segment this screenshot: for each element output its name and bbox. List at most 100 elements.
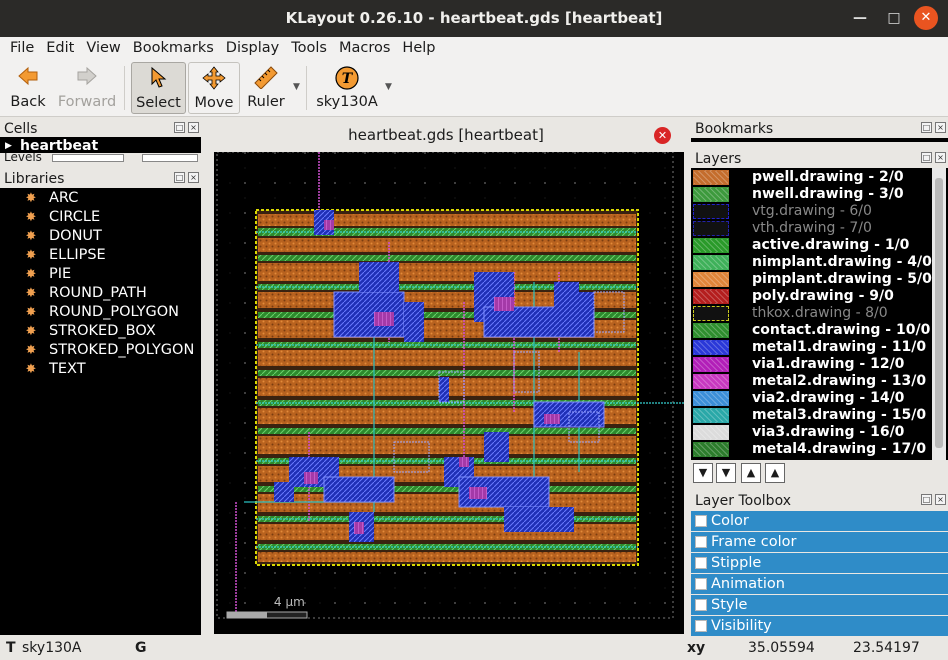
back-button[interactable]: Back — [4, 62, 52, 114]
float-icon[interactable]: □ — [174, 122, 185, 133]
layer-swatch-icon[interactable] — [693, 221, 729, 236]
layer-row[interactable]: contact.drawing - 10/0 — [691, 322, 948, 339]
layer-swatch-icon[interactable] — [693, 204, 729, 219]
menu-display[interactable]: Display — [220, 37, 285, 60]
min-level-spinbox[interactable] — [52, 154, 124, 162]
move-down-icon[interactable]: ▼ — [716, 463, 736, 483]
close-pane-icon[interactable]: × — [935, 122, 946, 133]
close-pane-icon[interactable]: × — [188, 172, 199, 183]
move-to-bottom-icon[interactable]: ▼ — [693, 463, 713, 483]
layer-row[interactable]: pwell.drawing - 2/0 — [691, 169, 948, 186]
technology-button[interactable]: T sky130A — [314, 62, 380, 114]
layer-swatch-icon[interactable] — [693, 408, 729, 423]
library-item[interactable]: ✸ PIE — [24, 265, 72, 284]
bookmark-list[interactable] — [691, 138, 948, 142]
top-cell-label[interactable]: heartbeat — [20, 138, 98, 153]
layer-list-scrollbar[interactable] — [932, 168, 946, 460]
layer-row[interactable]: vtg.drawing - 6/0 — [691, 203, 948, 220]
close-pane-icon[interactable]: × — [188, 122, 199, 133]
menu-view[interactable]: View — [80, 37, 126, 60]
layer-row[interactable]: metal3.drawing - 15/0 — [691, 407, 948, 424]
toolbox-animation[interactable]: Animation — [691, 574, 948, 594]
layer-row[interactable]: metal4.drawing - 17/0 — [691, 441, 948, 458]
layer-row[interactable]: nimplant.drawing - 4/0 — [691, 254, 948, 271]
expand-checkbox[interactable] — [695, 536, 707, 548]
move-button[interactable]: Move — [188, 62, 240, 114]
menu-file[interactable]: File — [4, 37, 40, 60]
library-item[interactable]: ✸ ELLIPSE — [24, 246, 106, 265]
layer-swatch-icon[interactable] — [693, 357, 729, 372]
ruler-button[interactable]: Ruler — [244, 62, 288, 114]
float-icon[interactable]: □ — [921, 122, 932, 133]
library-item[interactable]: ✸ ROUND_PATH — [24, 284, 147, 303]
library-item[interactable]: ✸ TEXT — [24, 360, 86, 379]
layer-swatch-icon[interactable] — [693, 374, 729, 389]
layer-row[interactable]: thkox.drawing - 8/0 — [691, 305, 948, 322]
close-tab-icon[interactable]: ✕ — [654, 127, 671, 144]
library-item[interactable]: ✸ STROKED_POLYGON — [24, 341, 195, 360]
library-item[interactable]: ✸ ROUND_POLYGON — [24, 303, 179, 322]
layer-row[interactable]: poly.drawing - 9/0 — [691, 288, 948, 305]
expand-checkbox[interactable] — [695, 557, 707, 569]
toolbox-color[interactable]: Color — [691, 511, 948, 531]
layer-swatch-icon[interactable] — [693, 289, 729, 304]
expand-checkbox[interactable] — [695, 578, 707, 590]
toolbox-frame-color[interactable]: Frame color — [691, 532, 948, 552]
cell-tree[interactable]: ▶ heartbeat — [0, 137, 201, 153]
layer-swatch-icon[interactable] — [693, 391, 729, 406]
expand-checkbox[interactable] — [695, 599, 707, 611]
close-pane-icon[interactable]: × — [935, 152, 946, 163]
close-pane-icon[interactable]: × — [935, 494, 946, 505]
layout-tab-title[interactable]: heartbeat.gds [heartbeat] — [206, 119, 686, 151]
layer-row[interactable]: nwell.drawing - 3/0 — [691, 186, 948, 203]
menu-bookmarks[interactable]: Bookmarks — [127, 37, 220, 60]
layer-row[interactable]: vth.drawing - 7/0 — [691, 220, 948, 237]
forward-button[interactable]: Forward — [56, 62, 118, 114]
layer-swatch-icon[interactable] — [693, 323, 729, 338]
menu-tools[interactable]: Tools — [285, 37, 333, 60]
library-item[interactable]: ✸ ARC — [24, 189, 79, 208]
layer-swatch-icon[interactable] — [693, 238, 729, 253]
layer-row[interactable]: via2.drawing - 14/0 — [691, 390, 948, 407]
float-icon[interactable]: □ — [921, 152, 932, 163]
expand-checkbox[interactable] — [695, 620, 707, 632]
menu-macros[interactable]: Macros — [333, 37, 396, 60]
layer-swatch-icon[interactable] — [693, 306, 729, 321]
layer-row[interactable]: active.drawing - 1/0 — [691, 237, 948, 254]
library-item[interactable]: ✸ STROKED_BOX — [24, 322, 156, 341]
toolbox-stipple[interactable]: Stipple — [691, 553, 948, 573]
technology-dropdown-icon[interactable]: ▼ — [385, 82, 392, 92]
layer-row[interactable]: via1.drawing - 12/0 — [691, 356, 948, 373]
max-level-spinbox[interactable] — [142, 154, 198, 162]
layer-swatch-icon[interactable] — [693, 272, 729, 287]
layout-canvas[interactable]: 4 µm — [214, 152, 684, 634]
layer-row[interactable]: via3.drawing - 16/0 — [691, 424, 948, 441]
select-button[interactable]: Select — [131, 62, 186, 114]
toolbox-visibility[interactable]: Visibility — [691, 616, 948, 636]
layer-swatch-icon[interactable] — [693, 170, 729, 185]
expand-icon[interactable]: ▶ — [5, 137, 12, 153]
expand-checkbox[interactable] — [695, 515, 707, 527]
layer-swatch-icon[interactable] — [693, 187, 729, 202]
layer-row[interactable]: pimplant.drawing - 5/0 — [691, 271, 948, 288]
minimize-icon[interactable]: — — [848, 6, 872, 30]
move-to-top-icon[interactable]: ▲ — [765, 463, 785, 483]
library-item[interactable]: ✸ DONUT — [24, 227, 102, 246]
menu-help[interactable]: Help — [396, 37, 441, 60]
layer-row[interactable]: metal2.drawing - 13/0 — [691, 373, 948, 390]
ruler-dropdown-icon[interactable]: ▼ — [293, 82, 300, 92]
float-icon[interactable]: □ — [921, 494, 932, 505]
layer-swatch-icon[interactable] — [693, 442, 729, 457]
library-item[interactable]: ✸ CIRCLE — [24, 208, 101, 227]
layer-swatch-icon[interactable] — [693, 340, 729, 355]
menu-edit[interactable]: Edit — [40, 37, 80, 60]
layer-swatch-icon[interactable] — [693, 255, 729, 270]
scrollbar-thumb[interactable] — [935, 178, 943, 448]
float-icon[interactable]: □ — [174, 172, 185, 183]
maximize-icon[interactable]: □ — [882, 6, 906, 30]
layer-swatch-icon[interactable] — [693, 425, 729, 440]
toolbox-style[interactable]: Style — [691, 595, 948, 615]
move-up-icon[interactable]: ▲ — [741, 463, 761, 483]
layer-row[interactable]: metal1.drawing - 11/0 — [691, 339, 948, 356]
close-icon[interactable]: ✕ — [914, 6, 938, 30]
